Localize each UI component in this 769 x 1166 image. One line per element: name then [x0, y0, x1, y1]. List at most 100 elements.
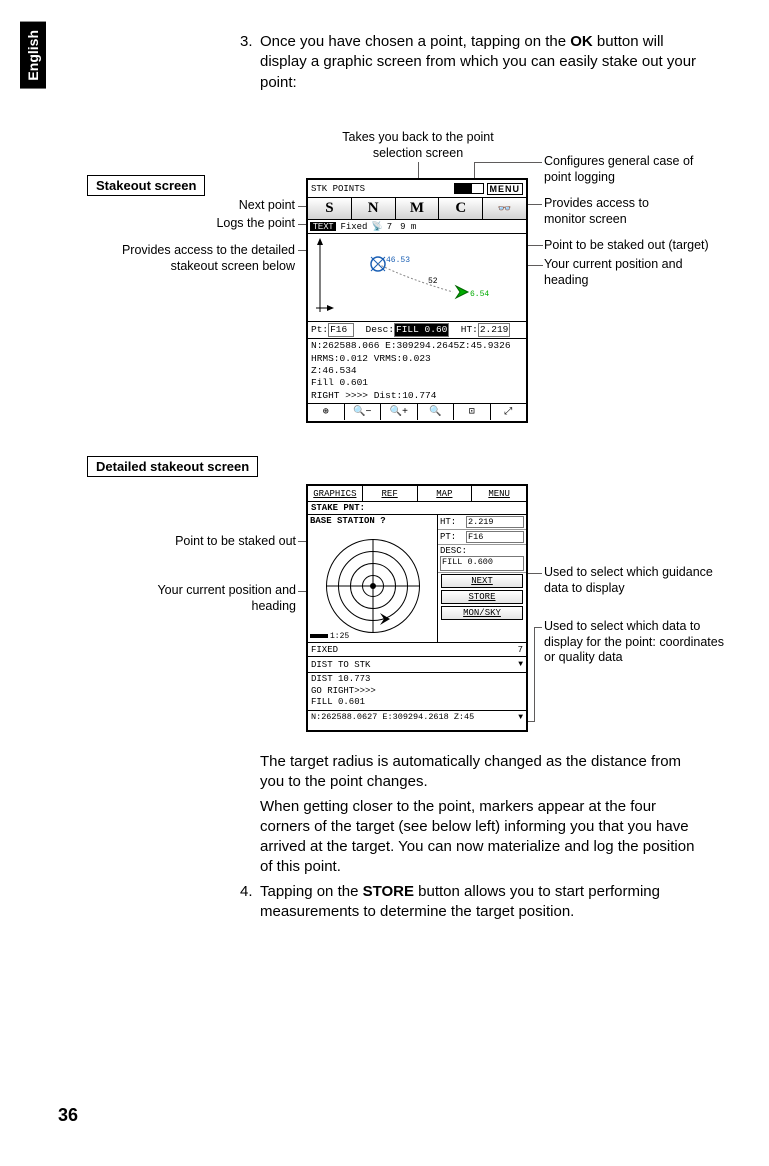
tab-menu[interactable]: MENU: [472, 486, 526, 501]
store-bold: STORE: [363, 883, 414, 900]
detailed-label: Detailed stakeout screen: [87, 456, 258, 477]
closing-block: The target radius is automatically chang…: [260, 752, 709, 922]
dist-readout: 9 m: [400, 222, 416, 232]
callout-current: Your current position and heading: [544, 257, 714, 288]
marker-self: 6.54: [470, 290, 489, 299]
pt-val2[interactable]: F16: [466, 531, 524, 543]
pt-value[interactable]: F16: [328, 323, 354, 337]
dist-line: DIST 10.773: [311, 674, 523, 686]
p3a: Tapping on the: [260, 883, 363, 900]
dev2-bullseye-area[interactable]: BASE STATION ? 1:25: [308, 515, 438, 642]
n-button[interactable]: N: [352, 198, 396, 219]
intro-a: Once you have chosen a point, tapping on…: [260, 33, 570, 50]
next-button[interactable]: NEXT: [441, 574, 523, 588]
zoom-pan[interactable]: ⤢: [491, 404, 527, 420]
language-tab: English: [20, 22, 46, 89]
dev1-readouts: N:262588.066 E:309294.2645Z:45.9326 HRMS…: [308, 339, 526, 404]
zoom-fit[interactable]: ⊡: [454, 404, 491, 420]
base-station-label: BASE STATION ?: [308, 515, 437, 527]
text-toggle[interactable]: TEXT: [310, 222, 336, 231]
page-number: 36: [58, 1105, 78, 1126]
intro-paragraph: 3. Once you have chosen a point, tapping…: [260, 32, 709, 93]
right-line: RIGHT >>>> Dist:10.774: [311, 390, 523, 402]
fill-line-2: FILL 0.601: [311, 697, 523, 709]
closing-p1: The target radius is automatically chang…: [260, 752, 709, 793]
guidance-dropdown[interactable]: DIST TO STK ▼: [308, 657, 526, 673]
callout-top: Takes you back to the point selection sc…: [338, 130, 498, 161]
hrms-line: HRMS:0.012 VRMS:0.023: [311, 353, 523, 365]
stakeout-screen-label-box: Stakeout screen: [87, 175, 205, 196]
battery-icon: [454, 183, 484, 194]
leader-wd-h: [534, 627, 542, 628]
dev2-main: BASE STATION ? 1:25 HT:2.219 PT:F16 DESC…: [308, 515, 526, 643]
callout-access-detailed: Provides access to the detailed stakeout…: [87, 243, 295, 274]
fixed-status: Fixed: [340, 222, 367, 232]
coord-dropdown[interactable]: N:262588.0627 E:309294.2618 Z:45 ▼: [308, 710, 526, 723]
stakeout-screen-label: Stakeout screen: [87, 175, 205, 196]
dev1-titlebar: STK POINTS MENU: [308, 180, 526, 198]
closing-p3: 4. Tapping on the STORE button allows yo…: [260, 882, 709, 923]
callout-next-point: Next point: [140, 198, 295, 214]
chevron-down-icon-2: ▼: [518, 713, 523, 722]
ht-value[interactable]: 2.219: [478, 323, 511, 337]
callout-current-pos: Your current position and heading: [120, 583, 296, 614]
stakeout-device-screen: STK POINTS MENU S N M C 👓 TEXT Fixed 📡7 …: [306, 178, 528, 423]
leader-wd-v: [534, 627, 535, 721]
callout-target: Point to be staked out (target): [544, 238, 734, 254]
zoom-out[interactable]: 🔍−: [345, 404, 382, 420]
zoom-window[interactable]: 🔍: [418, 404, 455, 420]
dev2-data-block: DIST 10.773 GO RIGHT>>>> FILL 0.601: [308, 673, 526, 710]
marker-target-val: 46.53: [386, 256, 410, 265]
store-button[interactable]: STORE: [441, 590, 523, 604]
callout-configures: Configures general case of point logging: [544, 154, 694, 185]
tab-map[interactable]: MAP: [418, 486, 473, 501]
guidance-dd-text: DIST TO STK: [311, 660, 370, 670]
dev1-zoom-row: ⊕ 🔍− 🔍+ 🔍 ⊡ ⤢: [308, 404, 526, 420]
sat-icon: 📡: [371, 222, 382, 232]
dev1-point-fields: Pt:F16 Desc:FILL 0.60 HT:2.219: [308, 322, 526, 339]
desc-label: Desc:: [366, 324, 395, 335]
s-button[interactable]: S: [308, 198, 352, 219]
dev2-status: FIXED 7: [308, 643, 526, 657]
callout-monitor: Provides access to monitor screen: [544, 196, 694, 227]
coord-text: N:262588.0627 E:309294.2618 Z:45: [311, 712, 474, 722]
goright-line: GO RIGHT>>>>: [311, 686, 523, 698]
closing-p2: When getting closer to the point, marker…: [260, 797, 709, 878]
menu-button[interactable]: MENU: [487, 183, 524, 195]
tab-ref[interactable]: REF: [363, 486, 418, 501]
monsky-button[interactable]: MON/SKY: [441, 606, 523, 620]
desc-value[interactable]: FILL 0.60: [394, 323, 449, 337]
c-button[interactable]: C: [439, 198, 483, 219]
zoom-extent[interactable]: ⊕: [308, 404, 345, 420]
dev1-button-row: S N M C 👓: [308, 198, 526, 220]
m-button[interactable]: M: [396, 198, 440, 219]
sat-count: 7: [387, 222, 392, 232]
dev2-right-panel: HT:2.219 PT:F16 DESC: FILL 0.600 NEXT ST…: [438, 515, 526, 642]
fill-line: Fill 0.601: [311, 377, 523, 389]
marker-mid: 52: [428, 277, 438, 286]
desc-val2[interactable]: FILL 0.600: [440, 556, 524, 571]
dev2-title: STAKE PNT:: [308, 502, 526, 515]
detailed-label-box: Detailed stakeout screen: [87, 456, 258, 477]
ht-label: HT:: [461, 324, 478, 335]
scale-label: 1:25: [310, 632, 349, 641]
desc-lbl2: DESC:: [440, 546, 467, 556]
zoom-in[interactable]: 🔍+: [381, 404, 418, 420]
ht-val[interactable]: 2.219: [466, 516, 524, 528]
dev2-tabs: GRAPHICS REF MAP MENU: [308, 486, 526, 502]
dev1-plot-area[interactable]: 46.53 52 6.54: [308, 234, 526, 322]
callout-which-data: Used to select which data to display for…: [544, 619, 729, 666]
chevron-down-icon: ▼: [518, 660, 523, 669]
sat-count-2: 7: [518, 645, 523, 655]
ok-bold: OK: [570, 33, 593, 50]
step-number-3: 3.: [240, 32, 253, 52]
pt-label: Pt:: [311, 324, 328, 335]
tab-graphics[interactable]: GRAPHICS: [308, 486, 363, 501]
ht-lbl: HT:: [440, 517, 466, 527]
fixed-status-2: FIXED: [311, 645, 338, 655]
detailed-device-screen: GRAPHICS REF MAP MENU STAKE PNT: BASE ST…: [306, 484, 528, 732]
leader-conf-h: [474, 162, 542, 163]
binoculars-button[interactable]: 👓: [483, 198, 526, 219]
ne-line: N:262588.066 E:309294.2645Z:45.9326: [311, 340, 523, 352]
bullseye: [318, 537, 428, 635]
